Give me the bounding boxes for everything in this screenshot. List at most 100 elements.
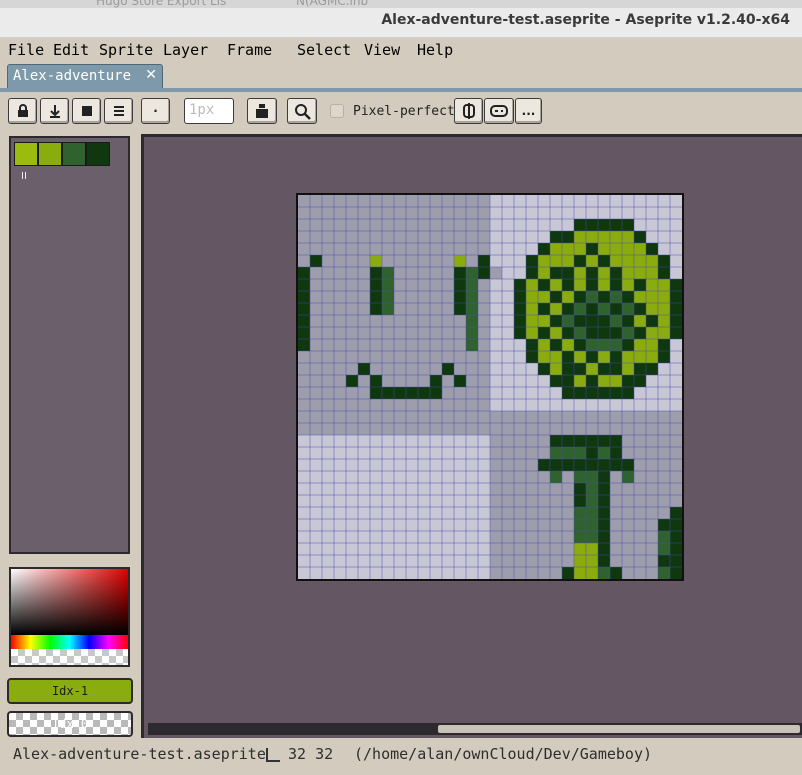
- sprite-pixel: [418, 195, 430, 207]
- menu-layer[interactable]: Layer: [163, 41, 208, 59]
- pixel-perfect-checkbox[interactable]: [330, 104, 344, 118]
- sprite-pixel: [394, 567, 406, 579]
- menu-help[interactable]: Help: [417, 41, 453, 59]
- horizontal-scrollbar[interactable]: [148, 723, 802, 735]
- sprite-pixel: [478, 279, 490, 291]
- sprite-pixel: [478, 567, 490, 579]
- palette-swatch[interactable]: [38, 142, 62, 166]
- sprite-pixel: [502, 387, 514, 399]
- sprite-pixel: [478, 519, 490, 531]
- document-tab[interactable]: Alex-adventure ✕: [7, 64, 163, 88]
- sprite-pixel: [586, 423, 598, 435]
- sprite-pixel: [598, 435, 610, 447]
- sprite-pixel: [562, 339, 574, 351]
- sprite-pixel: [526, 543, 538, 555]
- sprite-pixel: [370, 291, 382, 303]
- sprite-pixel: [514, 375, 526, 387]
- palette-swatch[interactable]: [14, 142, 38, 166]
- sprite-pixel: [622, 207, 634, 219]
- sprite-pixel: [502, 303, 514, 315]
- foreground-color-button[interactable]: Idx-1: [7, 678, 133, 704]
- sprite-pixel: [310, 195, 322, 207]
- sprite-pixel: [346, 507, 358, 519]
- sprite-pixel: [646, 411, 658, 423]
- ink-button[interactable]: [247, 98, 277, 124]
- sprite-pixel: [634, 231, 646, 243]
- sprite-pixel: [574, 231, 586, 243]
- sprite-pixel: [502, 423, 514, 435]
- sprite-pixel: [346, 471, 358, 483]
- tiled-mode-button[interactable]: [484, 98, 514, 124]
- sprite-pixel: [322, 471, 334, 483]
- sprite-pixel: [622, 327, 634, 339]
- menu-edit[interactable]: Edit: [53, 41, 89, 59]
- sprite-pixel: [646, 243, 658, 255]
- sprite-pixel: [574, 291, 586, 303]
- palette-swatch[interactable]: [86, 142, 110, 166]
- sprite-pixel: [454, 207, 466, 219]
- sprite-pixel: [298, 351, 310, 363]
- sprite-canvas[interactable]: [298, 195, 682, 579]
- more-options-button[interactable]: ...: [515, 98, 542, 124]
- sprite-pixel: [382, 495, 394, 507]
- palette-swatch[interactable]: [62, 142, 86, 166]
- brush-shape-button[interactable]: [72, 98, 101, 124]
- os-background-tab[interactable]: Hugo Store Export Lis: [96, 0, 226, 8]
- hue-slider[interactable]: [11, 635, 128, 649]
- background-color-button[interactable]: Idx-0: [7, 711, 133, 737]
- options-menu-button[interactable]: [104, 98, 133, 124]
- sprite-pixel: [658, 351, 670, 363]
- sprite-pixel: [418, 363, 430, 375]
- close-icon[interactable]: ✕: [145, 67, 157, 83]
- sprite-pixel: [322, 567, 334, 579]
- sprite-pixel: [406, 387, 418, 399]
- brush-size-input[interactable]: 1px: [184, 98, 234, 124]
- sprite-pixel: [466, 327, 478, 339]
- alpha-slider[interactable]: [11, 649, 128, 665]
- sprite-pixel: [634, 327, 646, 339]
- sprite-pixel: [502, 267, 514, 279]
- sprite-pixel: [442, 267, 454, 279]
- sprite-pixel: [442, 531, 454, 543]
- sprite-pixel: [634, 495, 646, 507]
- menu-sprite[interactable]: Sprite: [99, 41, 153, 59]
- menu-frame[interactable]: Frame: [227, 41, 272, 59]
- sprite-pixel: [382, 435, 394, 447]
- sprite-pixel: [334, 507, 346, 519]
- sprite-pixel: [442, 483, 454, 495]
- sprite-pixel: [502, 279, 514, 291]
- sprite-editor[interactable]: [141, 134, 802, 738]
- menu-file[interactable]: File: [8, 41, 44, 59]
- brush-type-button[interactable]: ·: [141, 98, 170, 124]
- sprite-pixel: [358, 531, 370, 543]
- sprite-pixel: [418, 231, 430, 243]
- sprite-pixel: [670, 243, 682, 255]
- sprite-pixel: [574, 387, 586, 399]
- sprite-pixel: [382, 483, 394, 495]
- sprite-pixel: [394, 231, 406, 243]
- sprite-pixel: [334, 519, 346, 531]
- sprite-pixel: [394, 555, 406, 567]
- sprite-pixel: [478, 207, 490, 219]
- saturation-value-box[interactable]: [11, 569, 128, 635]
- sprite-pixel: [346, 519, 358, 531]
- sprite-pixel: [394, 279, 406, 291]
- sprite-pixel: [394, 375, 406, 387]
- sprite-pixel: [610, 411, 622, 423]
- pin-button[interactable]: [40, 98, 69, 124]
- scrollbar-thumb[interactable]: [438, 725, 800, 733]
- sprite-pixel: [346, 339, 358, 351]
- menu-view[interactable]: View: [364, 41, 400, 59]
- sprite-pixel: [310, 471, 322, 483]
- os-background-tab[interactable]: N(AGMC.lnb: [296, 0, 368, 8]
- sprite-pixel: [442, 555, 454, 567]
- sprite-pixel: [454, 363, 466, 375]
- menu-select[interactable]: Select: [297, 41, 351, 59]
- symmetry-button[interactable]: [454, 98, 483, 124]
- sprite-pixel: [370, 471, 382, 483]
- sprite-pixel: [574, 567, 586, 579]
- lock-button[interactable]: [8, 98, 37, 124]
- sprite-pixel: [502, 411, 514, 423]
- sprite-pixel: [466, 531, 478, 543]
- color-replace-button[interactable]: [287, 98, 317, 124]
